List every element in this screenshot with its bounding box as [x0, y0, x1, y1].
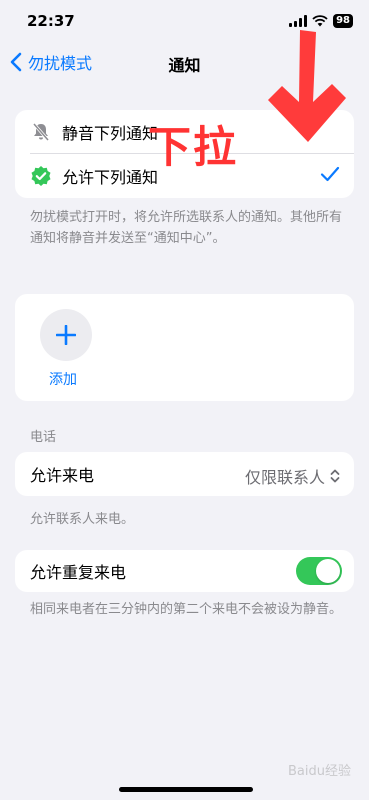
status-icons: 98: [289, 14, 353, 28]
annotation-text: 下拉: [148, 123, 238, 173]
chevron-up-down-icon: [330, 469, 340, 483]
notification-footnote: 勿扰模式打开时，将允许所选联系人的通知。其他所有通知将静音并发送至“通知中心”。: [30, 210, 343, 246]
toggle-knob: [316, 559, 340, 583]
home-indicator: [119, 787, 253, 792]
contacts-card: 添加: [15, 294, 354, 401]
bell-slash-icon: [30, 121, 52, 143]
status-time: 22:37: [27, 12, 75, 30]
repeat-calls-label: 允许重复来电: [30, 563, 127, 582]
watermark: Baidu经验: [288, 764, 351, 779]
allow-calls-value-text: 仅限联系人: [244, 468, 325, 487]
plus-icon: [56, 325, 76, 345]
add-contact-button[interactable]: [40, 309, 92, 361]
option-allow-label: 允许下列通知: [62, 168, 159, 187]
down-arrow-annotation-icon: [268, 30, 346, 142]
battery-indicator: 98: [333, 14, 353, 28]
allow-calls-label: 允许来电: [30, 466, 95, 485]
checkmark-icon: [320, 166, 340, 182]
verified-badge-icon: [30, 165, 52, 187]
repeat-calls-toggle[interactable]: [296, 557, 342, 585]
repeat-calls-card: 允许重复来电: [15, 550, 354, 592]
option-silence-label: 静音下列通知: [62, 124, 159, 143]
allow-calls-footnote: 允许联系人来电。: [30, 512, 135, 527]
add-contact-label[interactable]: 添加: [49, 369, 77, 389]
cellular-signal-icon: [289, 15, 308, 27]
allow-calls-card: 允许来电 仅限联系人: [15, 452, 354, 496]
allow-calls-value: 仅限联系人: [245, 464, 340, 488]
repeat-calls-footnote: 相同来电者在三分钟内的第二个来电不会被设为静音。: [30, 602, 343, 617]
allow-calls-row[interactable]: 允许来电 仅限联系人: [15, 452, 354, 496]
repeat-calls-row: 允许重复来电: [15, 550, 354, 592]
wifi-icon: [312, 15, 328, 27]
phone-section-header: 电话: [30, 430, 57, 445]
